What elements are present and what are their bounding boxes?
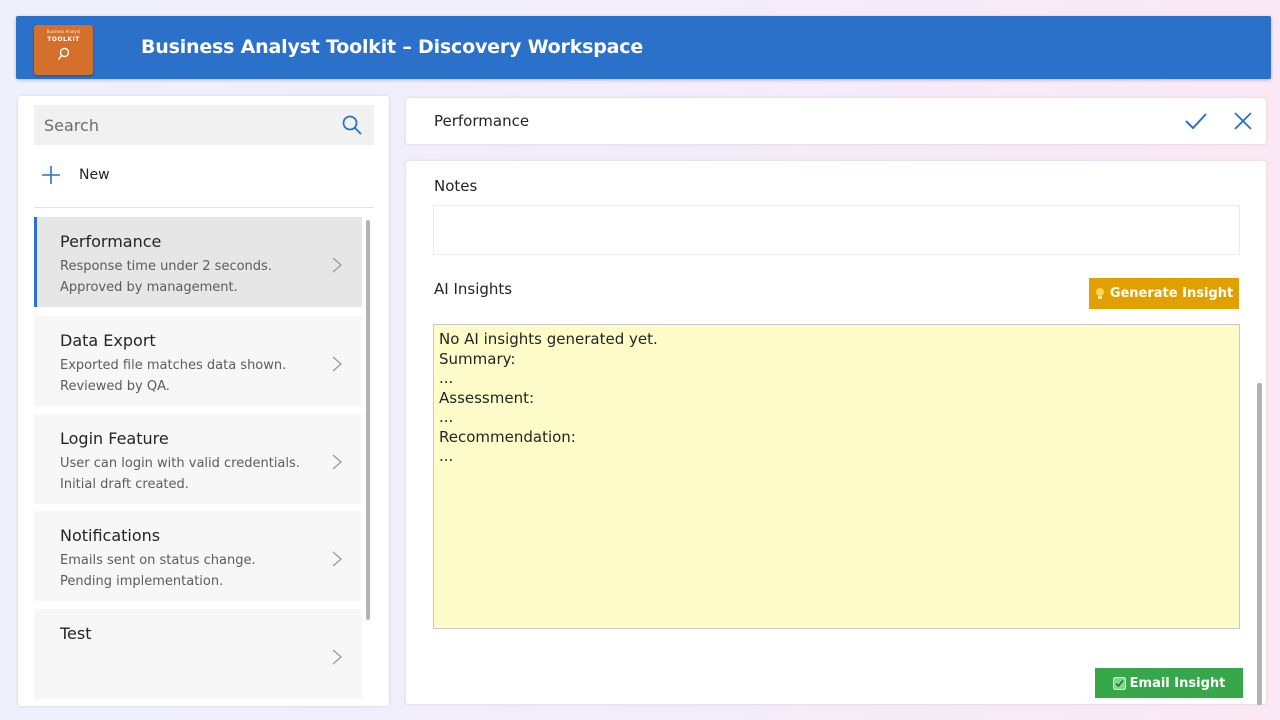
notes-label: Notes <box>434 177 478 195</box>
record-form: Notes AI Insights Generate Insight No AI… <box>406 161 1266 704</box>
item-description: User can login with valid credentials. <box>60 456 300 471</box>
insight-line: ... <box>439 369 454 387</box>
item-status: Reviewed by QA. <box>60 379 170 394</box>
item-status: Initial draft created. <box>60 477 189 492</box>
divider <box>34 207 374 208</box>
insight-line: Recommendation: <box>439 427 576 446</box>
insight-line: No AI insights generated yet. <box>439 330 658 348</box>
item-description: Exported file matches data shown. <box>60 358 287 373</box>
chevron-right-icon <box>332 257 342 273</box>
app-header: Business Analyst TOOLKIT Business Analys… <box>16 16 1271 79</box>
notes-field[interactable] <box>433 205 1240 255</box>
list-item[interactable]: Login Feature User can login with valid … <box>34 414 362 504</box>
insight-line: Assessment: <box>439 388 535 407</box>
record-header: Performance <box>406 98 1266 144</box>
checkbox-icon <box>1112 676 1126 690</box>
item-title: Test <box>60 624 92 643</box>
item-description: Response time under 2 seconds. <box>60 259 272 274</box>
list-item[interactable]: Notifications Emails sent on status chan… <box>34 511 362 601</box>
chevron-right-icon <box>332 551 342 567</box>
plus-icon <box>42 166 60 184</box>
app-title: Business Analyst Toolkit – Discovery Wor… <box>141 36 644 58</box>
toolkit-logo: Business Analyst TOOLKIT <box>34 25 93 75</box>
lightbulb-icon <box>1095 287 1104 299</box>
selection-indicator <box>34 217 37 307</box>
records-panel: New Performance Response time under 2 se… <box>18 96 389 706</box>
email-insight-label: Email Insight <box>1129 675 1226 691</box>
chevron-right-icon <box>332 649 342 665</box>
close-icon[interactable] <box>1232 110 1254 132</box>
search-box <box>34 105 374 145</box>
search-icon[interactable] <box>341 114 363 136</box>
check-icon[interactable] <box>1184 111 1208 131</box>
generate-insight-button[interactable]: Generate Insight <box>1089 278 1239 309</box>
chevron-right-icon <box>332 454 342 470</box>
search-input[interactable] <box>34 105 334 145</box>
email-insight-button[interactable]: Email Insight <box>1095 668 1243 698</box>
record-title: Performance <box>434 112 530 130</box>
logo-text: TOOLKIT <box>47 36 80 43</box>
list-item[interactable]: Data Export Exported file matches data s… <box>34 316 362 406</box>
list-item[interactable]: Test <box>34 609 362 699</box>
insight-line: ... <box>439 408 454 426</box>
chevron-right-icon <box>332 356 342 372</box>
magnifier-icon <box>57 47 70 60</box>
item-status: Pending implementation. <box>60 574 224 589</box>
item-title: Login Feature <box>60 429 169 448</box>
item-status: Approved by management. <box>60 280 238 295</box>
item-description: Emails sent on status change. <box>60 553 256 568</box>
list-item[interactable]: Performance Response time under 2 second… <box>34 217 362 307</box>
item-title: Data Export <box>60 331 156 350</box>
logo-small-text: Business Analyst <box>46 29 81 34</box>
form-scrollbar[interactable] <box>1257 383 1262 705</box>
list-scrollbar[interactable] <box>366 220 370 620</box>
ai-insight-output[interactable]: No AI insights generated yet. Summary: .… <box>433 324 1240 629</box>
insight-line: Summary: <box>439 349 516 368</box>
item-title: Performance <box>60 232 162 251</box>
new-button-label: New <box>79 167 110 183</box>
generate-insight-label: Generate Insight <box>1109 286 1234 301</box>
insight-line: ... <box>439 447 454 465</box>
ai-insights-label: AI Insights <box>434 280 513 298</box>
new-record-button[interactable]: New <box>40 162 160 188</box>
item-title: Notifications <box>60 526 161 545</box>
